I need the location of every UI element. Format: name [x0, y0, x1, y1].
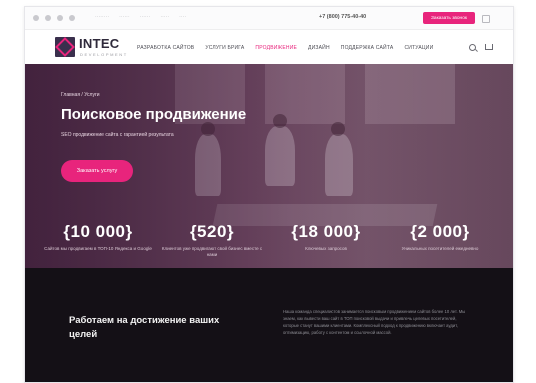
- stat-caption: Сайтов мы продвигаем в ТОП-10 Яндекса и …: [44, 246, 152, 251]
- social-icon[interactable]: [45, 15, 51, 21]
- stat-value: {520}: [189, 222, 235, 241]
- stat-item: {2 000} Уникальных посетителей ежедневно: [385, 222, 495, 252]
- cart-icon[interactable]: [485, 44, 493, 50]
- top-utility-bar: ········ ······ ······ ····· ···· +7 (80…: [25, 7, 513, 30]
- search-icon[interactable]: [469, 44, 476, 51]
- social-icon[interactable]: [33, 15, 39, 21]
- social-icon[interactable]: [69, 15, 75, 21]
- browser-page: ········ ······ ······ ····· ···· +7 (80…: [24, 6, 514, 383]
- section-text: Наша команда специалистов занимается пои…: [283, 309, 466, 335]
- stat-item: {18 000} Ключевых запросов: [271, 222, 381, 252]
- main-navigation: INTEC DEVELOPMENT Разработка сайтов Услу…: [25, 30, 513, 64]
- hero-section: Главная / Услуги Поисковое продвижение S…: [25, 64, 513, 268]
- stat-caption: Уникальных посетителей ежедневно: [401, 246, 479, 251]
- stat-caption: Ключевых запросов: [305, 246, 347, 251]
- top-link[interactable]: ····: [179, 14, 186, 20]
- page-subtitle: SEO продвижение сайта с гарантией резуль…: [61, 132, 174, 138]
- stat-item: {10 000} Сайтов мы продвигаем в ТОП-10 Я…: [43, 222, 153, 252]
- nav-menu: Разработка сайтов Услуги брига Продвижен…: [137, 45, 433, 51]
- logo-subtitle: DEVELOPMENT: [80, 52, 128, 57]
- nav-item-development[interactable]: Разработка сайтов: [137, 45, 194, 51]
- logo-icon[interactable]: [55, 37, 75, 57]
- stat-value: {18 000}: [291, 222, 361, 241]
- stat-item: {520} Клиентов уже продвигают свой бизне…: [157, 222, 267, 258]
- order-service-button[interactable]: Заказать услугу: [61, 160, 133, 182]
- top-link[interactable]: ······: [119, 14, 130, 20]
- page-title: Поисковое продвижение: [61, 106, 247, 123]
- social-icon[interactable]: [57, 15, 63, 21]
- stat-value: {2 000}: [410, 222, 470, 241]
- nav-item-cases[interactable]: Ситуации: [404, 45, 433, 51]
- callback-button[interactable]: Заказать звонок: [423, 12, 475, 24]
- stats-row: {10 000} Сайтов мы продвигаем в ТОП-10 Я…: [25, 222, 513, 268]
- nav-item-promotion[interactable]: Продвижение: [255, 45, 297, 51]
- nav-item-services[interactable]: Услуги брига: [205, 45, 244, 51]
- stat-value: {10 000}: [63, 222, 133, 241]
- top-link[interactable]: ·····: [160, 14, 169, 20]
- nav-item-support[interactable]: Поддержка сайта: [341, 45, 394, 51]
- top-link[interactable]: ········: [95, 14, 109, 20]
- stat-caption: Клиентов уже продвигают свой бизнес вмес…: [161, 246, 263, 257]
- goals-section: Работаем на достижение ваших целей Наша …: [25, 268, 513, 382]
- logo-text[interactable]: INTEC: [79, 36, 120, 51]
- breadcrumb[interactable]: Главная / Услуги: [61, 92, 100, 98]
- top-link[interactable]: ······: [140, 14, 151, 20]
- top-links: ········ ······ ······ ····· ····: [95, 14, 186, 20]
- phone-number[interactable]: +7 (800) 775-40-40: [319, 14, 366, 20]
- nav-item-design[interactable]: Дизайн: [308, 45, 330, 51]
- user-icon[interactable]: [482, 15, 490, 23]
- section-title: Работаем на достижение ваших целей: [69, 315, 220, 340]
- logo-diamond-icon: [55, 37, 75, 57]
